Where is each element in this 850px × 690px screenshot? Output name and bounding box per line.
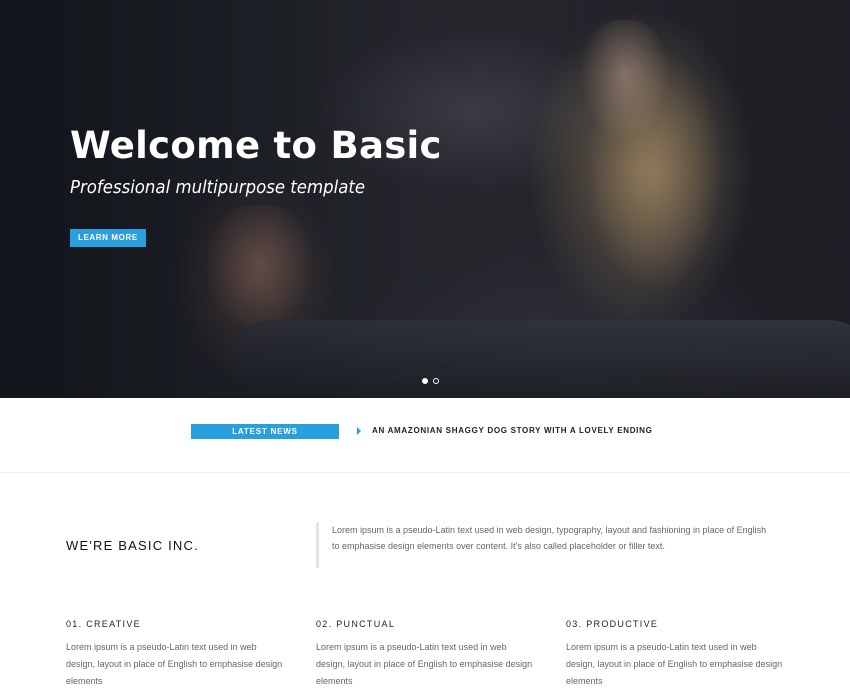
slider-dot-1[interactable] [422,378,428,384]
feature-column-creative: 01. CREATIVE Lorem ipsum is a pseudo-Lat… [66,619,286,690]
learn-more-button[interactable]: LEARN MORE [70,229,146,247]
slider-dot-2[interactable] [433,378,439,384]
hero-overlay [0,0,850,398]
hero-title: Welcome to Basic [70,124,442,167]
about-quote: Lorem ipsum is a pseudo-Latin text used … [316,522,776,568]
feature-column-productive: 03. PRODUCTIVE Lorem ipsum is a pseudo-L… [566,619,786,690]
latest-news-bar: LATEST NEWS AN AMAZONIAN SHAGGY DOG STOR… [0,398,850,473]
feature-text: Lorem ipsum is a pseudo-Latin text used … [566,642,783,686]
feature-text: Lorem ipsum is a pseudo-Latin text used … [316,642,533,686]
news-headline-link[interactable]: AN AMAZONIAN SHAGGY DOG STORY WITH A LOV… [372,426,653,435]
feature-column-punctual: 02. PUNCTUAL Lorem ipsum is a pseudo-Lat… [316,619,536,690]
feature-text: Lorem ipsum is a pseudo-Latin text used … [66,642,283,686]
hero-subtitle: Professional multipurpose template [70,177,366,198]
about-title: WE'RE BASIC INC. [66,538,199,553]
hero-slider: Welcome to Basic Professional multipurpo… [0,0,850,398]
caret-right-icon [357,427,361,435]
feature-title: 03. PRODUCTIVE [566,619,659,629]
slider-pagination [422,378,439,384]
feature-title: 02. PUNCTUAL [316,619,396,629]
latest-news-label: LATEST NEWS [191,424,339,439]
feature-title: 01. CREATIVE [66,619,141,629]
